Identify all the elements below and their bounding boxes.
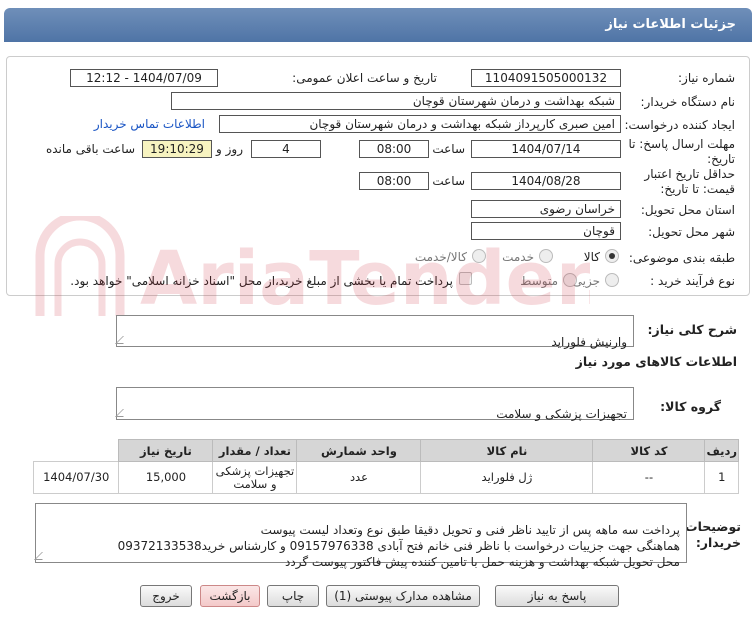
process-option-medium: متوسط bbox=[520, 274, 558, 288]
col-header-need-date: تاریخ نیاز bbox=[118, 439, 214, 462]
summary-label: شرح کلی نیاز: bbox=[647, 322, 737, 337]
category-radio-goods-service[interactable] bbox=[472, 249, 486, 263]
cell-name: ژل فلوراید bbox=[420, 461, 594, 494]
cell-row-number: 1 bbox=[704, 461, 739, 494]
buyer-label: نام دستگاه خریدار: bbox=[640, 95, 736, 109]
need-number-label: شماره نیاز: bbox=[678, 71, 735, 85]
need-number-field: 1104091505000132 bbox=[471, 69, 621, 87]
process-type-label: نوع فرآیند خرید : bbox=[650, 274, 735, 288]
page-header: جزئیات اطلاعات نیاز bbox=[4, 8, 752, 42]
reply-button[interactable]: پاسخ به نیاز bbox=[495, 585, 619, 607]
resize-handle-icon[interactable] bbox=[34, 552, 50, 560]
col-header-quantity: تعداد / مقدار bbox=[212, 439, 298, 462]
category-label: طبقه بندی موضوعی: bbox=[628, 251, 735, 265]
goods-table: ردیف کد کالا نام کالا واحد شمارش تعداد /… bbox=[32, 439, 739, 494]
goods-group-label: گروه کالا: bbox=[660, 399, 721, 414]
remaining-time-field: 19:10:29 bbox=[142, 140, 212, 158]
validity-time-field: 08:00 bbox=[359, 172, 429, 190]
resize-handle-icon[interactable] bbox=[115, 336, 131, 344]
creator-field: امین صبری کارپرداز شبکه بهداشت و درمان ش… bbox=[219, 115, 621, 133]
category-radio-goods[interactable] bbox=[605, 249, 619, 263]
back-button[interactable]: بازگشت bbox=[200, 585, 260, 607]
col-header-unit: واحد شمارش bbox=[296, 439, 422, 462]
page-title: جزئیات اطلاعات نیاز bbox=[605, 17, 736, 32]
validity-label-1: حداقل تاریخ اعتبار bbox=[644, 167, 735, 181]
goods-group-textarea: تجهیزات پزشکی و سلامت bbox=[115, 387, 634, 421]
deadline-label-1: مهلت ارسال پاسخ: تا bbox=[628, 137, 735, 151]
validity-label-2: قیمت: تا تاریخ: bbox=[660, 182, 735, 196]
city-field: قوچان bbox=[471, 222, 621, 240]
summary-text: وارنیش فلوراید bbox=[551, 335, 627, 349]
city-label: شهر محل تحویل: bbox=[648, 225, 735, 239]
cell-quantity: 15,000 bbox=[118, 461, 214, 494]
deadline-date-field: 1404/07/14 bbox=[471, 140, 621, 158]
cell-quantity-group: تجهیزات پزشکی و سلامت bbox=[212, 461, 298, 494]
category-option-service: خدمت bbox=[502, 250, 534, 264]
category-radio-service[interactable] bbox=[539, 249, 553, 263]
announce-date-label: تاریخ و ساعت اعلان عمومی: bbox=[292, 71, 437, 85]
deadline-label-2: تاریخ: bbox=[707, 152, 735, 166]
province-label: استان محل تحویل: bbox=[640, 203, 735, 217]
col-header-name: نام کالا bbox=[420, 439, 594, 462]
buyer-field: شبکه بهداشت و درمان شهرستان قوچان bbox=[171, 92, 621, 110]
buyer-notes-label: توضیحات خریدار: bbox=[685, 519, 741, 550]
validity-time-label: ساعت bbox=[432, 174, 465, 188]
days-remaining-field: 4 bbox=[251, 140, 321, 158]
table-row[interactable]: 1 -- ژل فلوراید عدد تجهیزات پزشکی و سلام… bbox=[32, 461, 739, 494]
announce-date-field: 1404/07/09 - 12:12 bbox=[70, 69, 218, 87]
cell-unit: عدد bbox=[296, 461, 422, 494]
print-button[interactable]: چاپ bbox=[267, 585, 319, 607]
treasury-payment-text: پرداخت تمام یا بخشی از مبلغ خرید،از محل … bbox=[70, 274, 453, 288]
goods-group-text: تجهیزات پزشکی و سلامت bbox=[496, 407, 627, 421]
table-header-row: ردیف کد کالا نام کالا واحد شمارش تعداد /… bbox=[34, 439, 739, 462]
resize-handle-icon[interactable] bbox=[115, 409, 131, 417]
buyer-contact-link[interactable]: اطلاعات تماس خریدار bbox=[94, 117, 205, 131]
exit-button[interactable]: خروج bbox=[140, 585, 192, 607]
treasury-payment-checkbox[interactable] bbox=[459, 272, 472, 285]
category-option-goods-service: کالا/خدمت bbox=[414, 250, 467, 264]
remaining-time-label: ساعت باقی مانده bbox=[45, 142, 135, 156]
buyer-notes-text: پرداخت سه ماهه پس از تایید ناظر فنی و تح… bbox=[117, 523, 680, 569]
province-field: خراسان رضوی bbox=[471, 200, 621, 218]
cell-code: -- bbox=[592, 461, 706, 494]
col-header-code: کد کالا bbox=[592, 439, 706, 462]
summary-textarea: وارنیش فلوراید bbox=[115, 315, 634, 349]
goods-info-title: اطلاعات کالاهای مورد نیاز bbox=[575, 354, 737, 369]
process-radio-minor[interactable] bbox=[605, 273, 619, 287]
creator-label: ایجاد کننده درخواست: bbox=[624, 118, 735, 132]
deadline-time-field: 08:00 bbox=[359, 140, 429, 158]
cell-group: تجهیزات پزشکی و سلامت bbox=[215, 463, 295, 491]
days-label: روز و bbox=[216, 142, 243, 156]
buyer-notes-textarea: پرداخت سه ماهه پس از تایید ناظر فنی و تح… bbox=[34, 503, 687, 569]
view-attachments-button[interactable]: مشاهده مدارک پیوستی (1) bbox=[326, 585, 480, 607]
category-option-goods: کالا bbox=[583, 250, 600, 264]
process-radio-medium[interactable] bbox=[563, 273, 577, 287]
deadline-time-label: ساعت bbox=[432, 142, 465, 156]
cell-need-date: 1404/07/30 bbox=[32, 461, 120, 494]
validity-date-field: 1404/08/28 bbox=[471, 172, 621, 190]
col-header-row-number: ردیف bbox=[704, 439, 739, 462]
